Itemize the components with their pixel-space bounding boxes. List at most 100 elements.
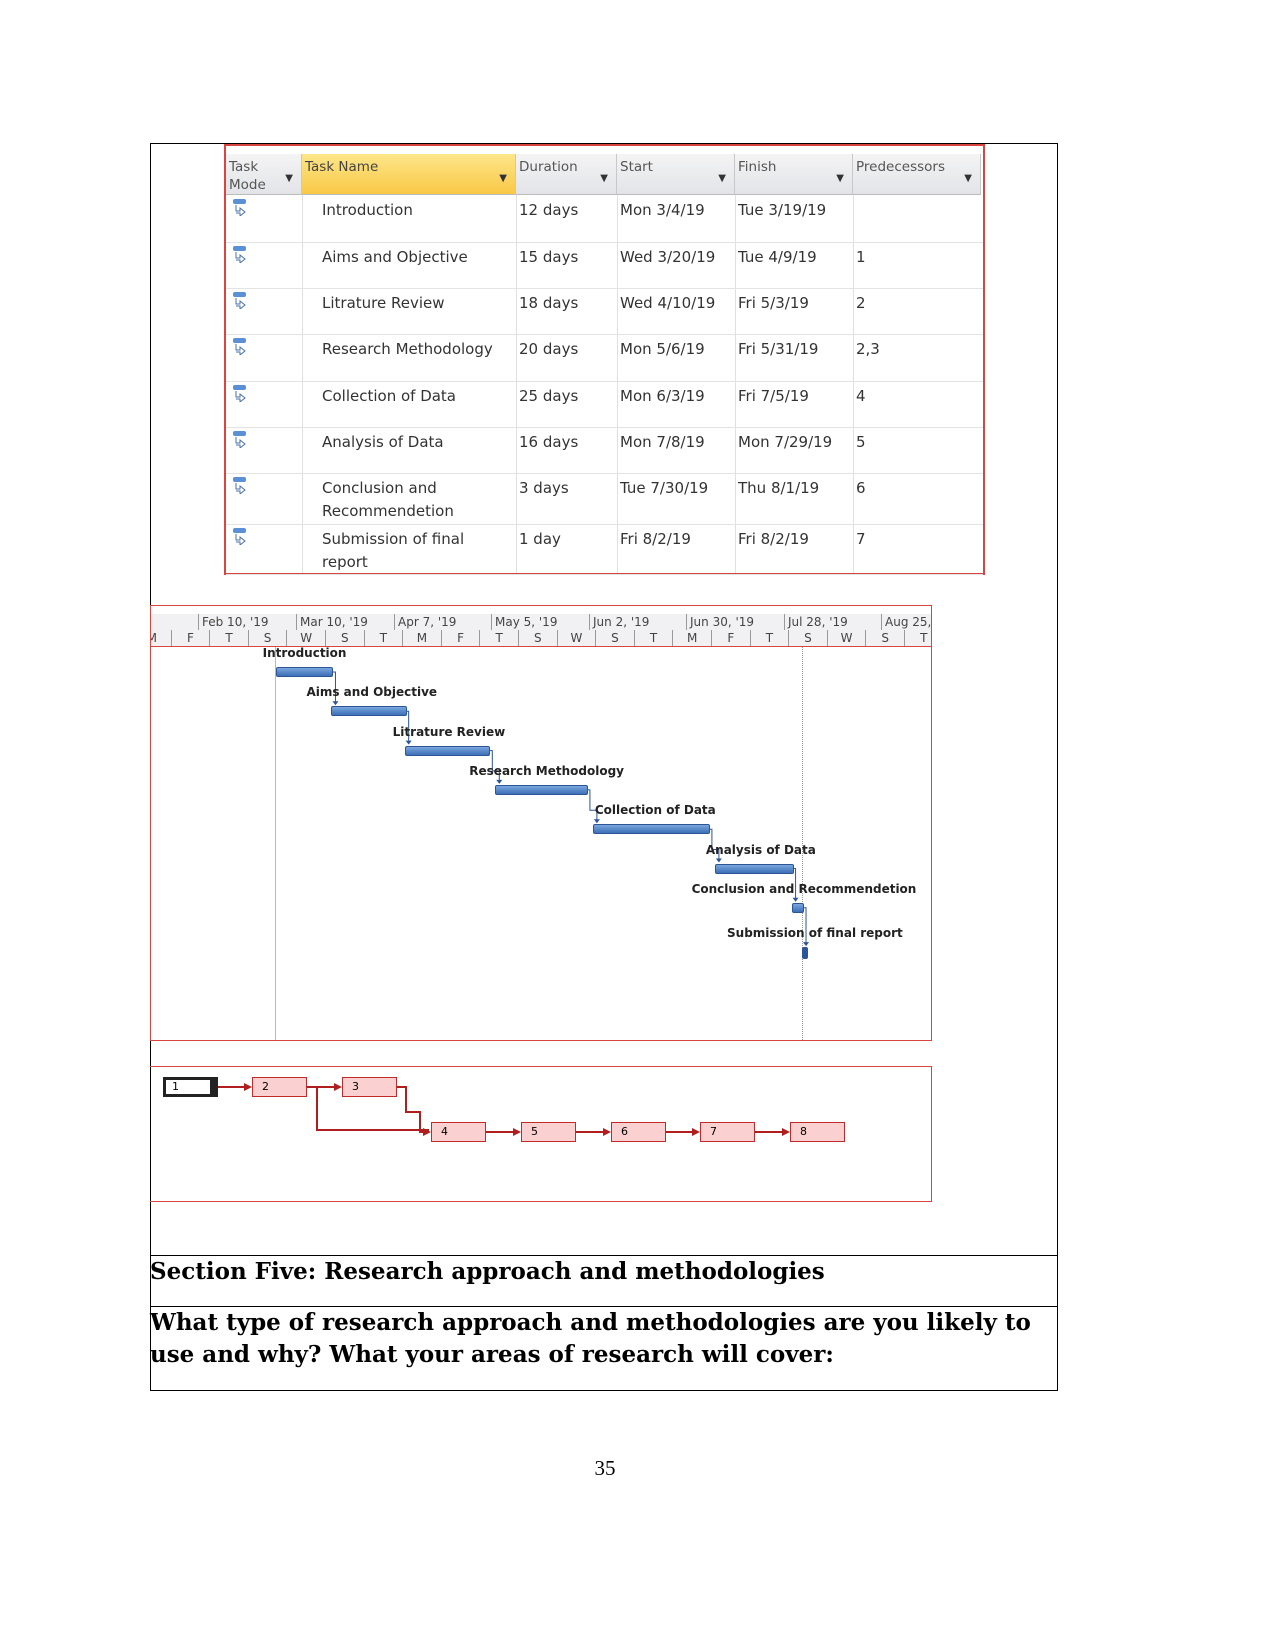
gantt-task-bar bbox=[592, 824, 710, 835]
column-header-label: Task Name bbox=[305, 159, 379, 175]
auto-scheduled-task-icon bbox=[232, 476, 248, 496]
cell-name: Collection of Data bbox=[322, 387, 457, 405]
gantt-task-label: Analysis of Data bbox=[705, 842, 816, 857]
link-arrow bbox=[593, 819, 600, 824]
gantt-task-label: Conclusion and Recommendetion bbox=[691, 881, 917, 896]
dropdown-arrow-icon: ▼ bbox=[600, 173, 608, 184]
column-header[interactable]: Finish ▼ bbox=[735, 154, 853, 195]
network-arrow bbox=[244, 1083, 252, 1091]
column-header[interactable]: Start ▼ bbox=[617, 154, 735, 195]
table-row: Aims and Objective 15 days Wed 3/20/19 Tue … bbox=[226, 242, 983, 289]
network-diagram: 1 2 3 4 5 6 7 8 bbox=[150, 1066, 932, 1202]
column-header-label: Duration bbox=[519, 159, 578, 175]
dropdown-arrow-icon: ▼ bbox=[718, 173, 726, 184]
cell-start: Wed 3/20/19 bbox=[620, 248, 716, 266]
column-header[interactable]: Duration ▼ bbox=[516, 154, 617, 195]
link-arrow bbox=[332, 701, 339, 706]
cell-duration: 1 day bbox=[519, 530, 561, 548]
cell-start: Wed 4/10/19 bbox=[620, 294, 716, 312]
network-node: 3 bbox=[342, 1077, 397, 1097]
network-arrow bbox=[334, 1083, 342, 1091]
gantt-task-bar bbox=[331, 706, 407, 717]
network-node: 2 bbox=[252, 1077, 307, 1097]
cell-name: Litrature Review bbox=[322, 294, 445, 312]
cell-start: Mon 7/8/19 bbox=[620, 433, 705, 451]
gantt-task-bar bbox=[495, 784, 588, 795]
cell-finish: Thu 8/1/19 bbox=[738, 479, 820, 497]
section-heading: Section Five: Research approach and meth… bbox=[150, 1255, 1058, 1306]
link-arrow bbox=[405, 740, 412, 745]
network-node: 5 bbox=[521, 1122, 576, 1142]
cell-name: Research Methodology bbox=[322, 340, 493, 358]
gantt-task-label: Collection of Data bbox=[594, 803, 716, 818]
cell-name: Introduction bbox=[322, 201, 413, 219]
table-row: Collection of Data 25 days Mon 6/3/19 Fri 7… bbox=[226, 381, 983, 428]
cell-start: Mon 5/6/19 bbox=[620, 340, 705, 358]
gantt-task-label: Introduction bbox=[262, 646, 347, 660]
auto-scheduled-task-icon bbox=[232, 245, 248, 265]
dropdown-arrow-icon: ▼ bbox=[499, 173, 507, 184]
auto-scheduled-task-icon bbox=[232, 291, 248, 311]
cell-finish: Mon 7/29/19 bbox=[738, 433, 833, 451]
table-row: Conclusion and Recommendetion 3 days Tue 7… bbox=[226, 473, 983, 525]
cell-name: Aims and Objective bbox=[322, 248, 468, 266]
cell-finish: Fri 5/3/19 bbox=[738, 294, 809, 312]
link-arrow bbox=[715, 858, 722, 863]
table-row: Research Methodology 20 days Mon 5/6/19 Fri… bbox=[226, 334, 983, 382]
auto-scheduled-task-icon bbox=[232, 198, 248, 218]
cell-duration: 3 days bbox=[519, 479, 569, 497]
cell-name: Submission of final report bbox=[322, 530, 465, 571]
link-arrow bbox=[792, 897, 799, 902]
link-arrow bbox=[496, 779, 503, 784]
link-arrow bbox=[803, 942, 810, 947]
cell-finish: Fri 7/5/19 bbox=[738, 387, 809, 405]
cell-pred: 4 bbox=[856, 387, 866, 405]
auto-scheduled-task-icon bbox=[232, 384, 248, 404]
cell-pred: 2,3 bbox=[856, 340, 880, 358]
column-header-label: Start bbox=[620, 159, 653, 175]
gantt-task-bar bbox=[802, 947, 808, 960]
gantt-task-label: Aims and Objective bbox=[306, 685, 438, 700]
cell-start: Fri 8/2/19 bbox=[620, 530, 691, 548]
dropdown-arrow-icon: ▼ bbox=[836, 173, 844, 184]
column-header[interactable]: Task Name ▼ bbox=[302, 154, 516, 195]
page-number: 35 bbox=[594, 1456, 616, 1480]
cell-name: Analysis of Data bbox=[322, 433, 444, 451]
task-table: Task Mode ▼ Task Name ▼ Duration ▼ Start ▼ Finis… bbox=[224, 144, 985, 575]
cell-start: Tue 7/30/19 bbox=[620, 479, 709, 497]
network-arrow bbox=[692, 1128, 700, 1136]
auto-scheduled-task-icon bbox=[232, 527, 248, 547]
column-header[interactable]: Task Mode ▼ bbox=[226, 154, 302, 195]
cell-pred: 7 bbox=[856, 530, 866, 548]
column-header-label: Finish bbox=[738, 159, 777, 175]
cell-finish: Tue 4/9/19 bbox=[738, 248, 817, 266]
network-node: 7 bbox=[700, 1122, 755, 1142]
network-node: 8 bbox=[790, 1122, 845, 1142]
cell-duration: 18 days bbox=[519, 294, 579, 312]
cell-pred: 2 bbox=[856, 294, 866, 312]
gantt-task-bar bbox=[714, 863, 794, 874]
network-node: 4 bbox=[431, 1122, 486, 1142]
network-node: 1 bbox=[163, 1077, 218, 1097]
auto-scheduled-task-icon bbox=[232, 430, 248, 450]
gantt-task-label: Litrature Review bbox=[392, 724, 506, 739]
cell-name: Conclusion and Recommendetion bbox=[322, 479, 454, 520]
cell-duration: 20 days bbox=[519, 340, 579, 358]
column-header-label: Predecessors bbox=[856, 159, 945, 175]
table-row: Litrature Review 18 days Wed 4/10/19 Fri 5/… bbox=[226, 288, 983, 335]
cell-start: Mon 6/3/19 bbox=[620, 387, 705, 405]
cell-duration: 16 days bbox=[519, 433, 579, 451]
dropdown-arrow-icon: ▼ bbox=[285, 173, 293, 184]
network-arrow bbox=[782, 1128, 790, 1136]
cell-finish: Fri 8/2/19 bbox=[738, 530, 809, 548]
column-header[interactable]: Predecessors ▼ bbox=[853, 154, 981, 195]
gantt-task-bar bbox=[275, 667, 334, 677]
table-row: Analysis of Data 16 days Mon 7/8/19 Mon 7/2… bbox=[226, 427, 983, 474]
table-row: Introduction 12 days Mon 3/4/19 Tue 3/19/19 bbox=[226, 195, 983, 243]
gantt-task-bar bbox=[404, 745, 491, 756]
dropdown-arrow-icon: ▼ bbox=[964, 173, 972, 184]
table-row: Submission of final report 1 day Fri 8/2/1… bbox=[226, 524, 983, 575]
network-arrow bbox=[513, 1128, 521, 1136]
gantt-task-label: Submission of final report bbox=[727, 926, 903, 941]
gantt-chart: '19Feb 10, '19Mar 10, '19Apr 7, '19May 5… bbox=[150, 605, 932, 1041]
